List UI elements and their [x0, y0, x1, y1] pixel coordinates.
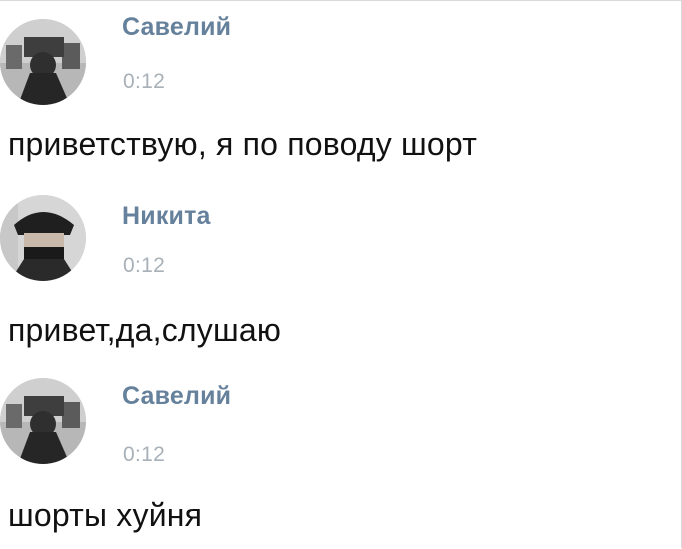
message-timestamp: 0:12	[123, 70, 166, 93]
avatar[interactable]	[0, 195, 86, 281]
user-avatar-icon	[0, 195, 86, 281]
user-avatar-icon	[0, 378, 86, 464]
message-timestamp: 0:12	[123, 443, 166, 466]
message-text: приветствую, я по поводу шорт	[8, 126, 478, 162]
author-name[interactable]: Никита	[122, 201, 211, 231]
user-avatar-icon	[0, 19, 86, 105]
message-text: привет,да,слушаю	[8, 312, 282, 348]
avatar[interactable]	[0, 378, 86, 464]
chat-message-list: Савелий 0:12 приветствую, я по поводу шо…	[0, 0, 682, 548]
message-item: Никита 0:12 привет,да,слушаю	[0, 183, 682, 365]
message-timestamp: 0:12	[123, 254, 166, 277]
author-name[interactable]: Савелий	[122, 12, 231, 42]
message-item: Савелий 0:12 шорты хуйня	[0, 367, 682, 549]
message-item: Савелий 0:12 приветствую, я по поводу шо…	[0, 1, 682, 183]
author-name[interactable]: Савелий	[122, 381, 231, 411]
message-text: шорты хуйня	[8, 497, 203, 533]
avatar[interactable]	[0, 19, 86, 105]
